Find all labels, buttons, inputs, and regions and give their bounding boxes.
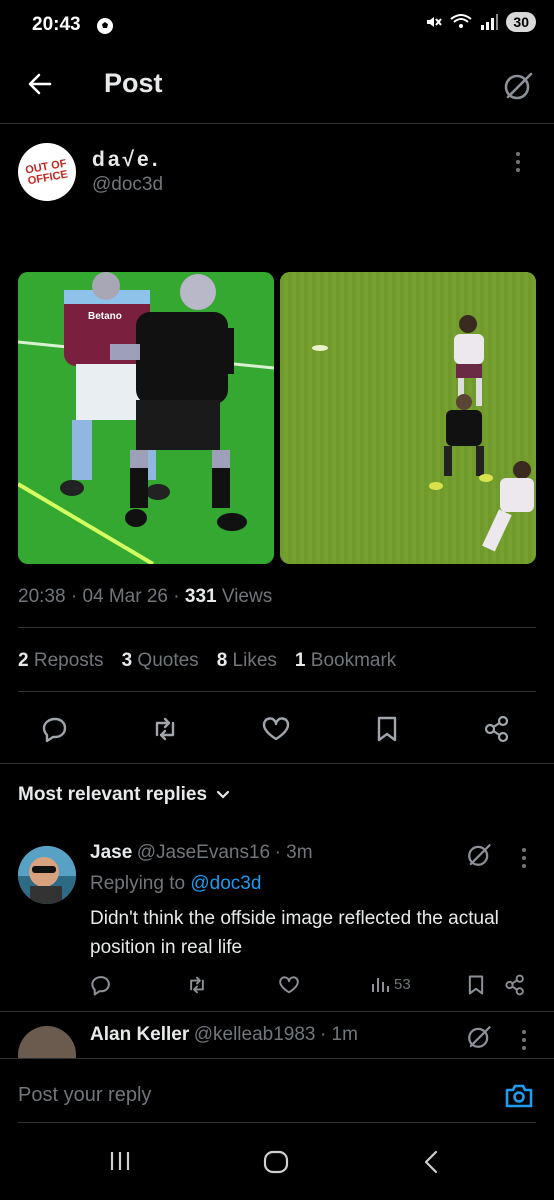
- reply-views-count: 53: [394, 975, 411, 993]
- repost-icon: [155, 717, 175, 741]
- author-name[interactable]: da√e.: [92, 148, 161, 172]
- stat-bookmarks[interactable]: 1 Bookmark: [295, 650, 396, 672]
- shirt-sponsor-text: Betano: [88, 311, 122, 322]
- wifi-icon: [450, 14, 473, 28]
- post-image-left[interactable]: Betano: [18, 272, 274, 564]
- reply-reply-button[interactable]: [90, 974, 112, 996]
- bookmark-icon: [468, 975, 484, 995]
- header-divider: [0, 123, 554, 124]
- reply-views[interactable]: 53: [370, 974, 411, 994]
- engagement-stats: 2 Reposts 3 Quotes 8 Likes 1 Bookmark: [18, 650, 396, 672]
- like-button[interactable]: [259, 712, 293, 746]
- nav-back-icon[interactable]: [422, 1150, 440, 1174]
- reply-more-options-icon[interactable]: [522, 848, 526, 868]
- share-icon: [484, 715, 509, 743]
- meta-divider: [18, 627, 536, 628]
- bookmark-button[interactable]: [370, 712, 404, 746]
- author-avatar[interactable]: OUT OF OFFICE: [18, 143, 76, 201]
- reply-header: Jase @JaseEvans16 · 3m: [90, 842, 313, 863]
- reply-bookmark-button[interactable]: [466, 974, 486, 996]
- actions-divider: [0, 763, 554, 764]
- post-meta: 20:38 · 04 Mar 26 · 331 Views: [18, 586, 273, 607]
- grok-icon[interactable]: [466, 1024, 492, 1050]
- views-label: Views: [221, 586, 273, 607]
- views-count: 331: [184, 586, 217, 607]
- more-options-icon[interactable]: [516, 152, 520, 172]
- status-icons: 30: [424, 12, 536, 32]
- soccer-ball-icon: [97, 18, 113, 34]
- replying-to: Replying to @doc3d: [90, 873, 262, 894]
- home-icon[interactable]: [263, 1150, 289, 1174]
- author-handle[interactable]: @doc3d: [92, 174, 163, 196]
- reply-age: 1m: [331, 1024, 358, 1045]
- reply-header: Alan Keller @kelleab1983 · 1m: [90, 1024, 358, 1045]
- post-date: 04 Mar 26: [82, 586, 168, 607]
- post-image-right[interactable]: [280, 272, 536, 564]
- reply-like-button[interactable]: [278, 974, 300, 996]
- reply-icon: [91, 976, 110, 996]
- stats-divider: [18, 691, 536, 692]
- recent-apps-icon[interactable]: [108, 1150, 132, 1172]
- replying-to-handle[interactable]: @doc3d: [190, 873, 261, 894]
- heart-icon: [262, 717, 290, 741]
- views-chart-icon: [372, 978, 389, 992]
- stat-likes[interactable]: 8 Likes: [217, 650, 277, 672]
- reply-avatar-jase[interactable]: [18, 846, 76, 904]
- mute-icon: [427, 17, 443, 27]
- heart-icon: [279, 976, 299, 994]
- replies-heading: Most relevant replies: [18, 784, 208, 805]
- back-arrow-icon[interactable]: [26, 70, 54, 98]
- status-time: 20:43: [32, 14, 81, 35]
- battery-indicator: 30: [506, 12, 536, 32]
- reply-icon: [42, 717, 67, 743]
- post-time: 20:38: [18, 586, 66, 607]
- bookmark-icon: [377, 716, 397, 742]
- grok-icon[interactable]: [502, 70, 534, 102]
- reply-more-options-icon[interactable]: [522, 1030, 526, 1050]
- reply-button[interactable]: [38, 712, 72, 746]
- replies-sort-dropdown[interactable]: Most relevant replies: [18, 784, 231, 806]
- compose-divider-top: [0, 1058, 554, 1059]
- reply-share-button[interactable]: [504, 974, 526, 996]
- chevron-down-icon: [216, 790, 230, 799]
- repost-icon: [190, 976, 204, 994]
- reply-repost-button[interactable]: [186, 974, 208, 996]
- reply-author-name[interactable]: Alan Keller: [90, 1024, 189, 1045]
- camera-icon[interactable]: [504, 1082, 534, 1110]
- reply-author-handle[interactable]: @kelleab1983: [194, 1024, 316, 1045]
- reply-text: Didn't think the offside image reflected…: [90, 908, 499, 958]
- reply-divider: [0, 1011, 554, 1012]
- compose-divider-bottom: [18, 1122, 536, 1123]
- share-icon: [505, 974, 524, 996]
- signal-icon: [481, 14, 499, 30]
- share-button[interactable]: [480, 712, 514, 746]
- reply-input[interactable]: Post your reply: [18, 1084, 151, 1107]
- grok-icon[interactable]: [466, 842, 492, 868]
- repost-button[interactable]: [148, 712, 182, 746]
- stat-quotes[interactable]: 3 Quotes: [122, 650, 199, 672]
- page-title: Post: [104, 68, 163, 98]
- reply-avatar-alan[interactable]: [18, 1026, 76, 1058]
- reply-author-handle[interactable]: @JaseEvans16: [137, 842, 270, 863]
- reply-author-name[interactable]: Jase: [90, 842, 132, 863]
- reply-age: 3m: [286, 842, 313, 863]
- stat-reposts[interactable]: 2 Reposts: [18, 650, 104, 672]
